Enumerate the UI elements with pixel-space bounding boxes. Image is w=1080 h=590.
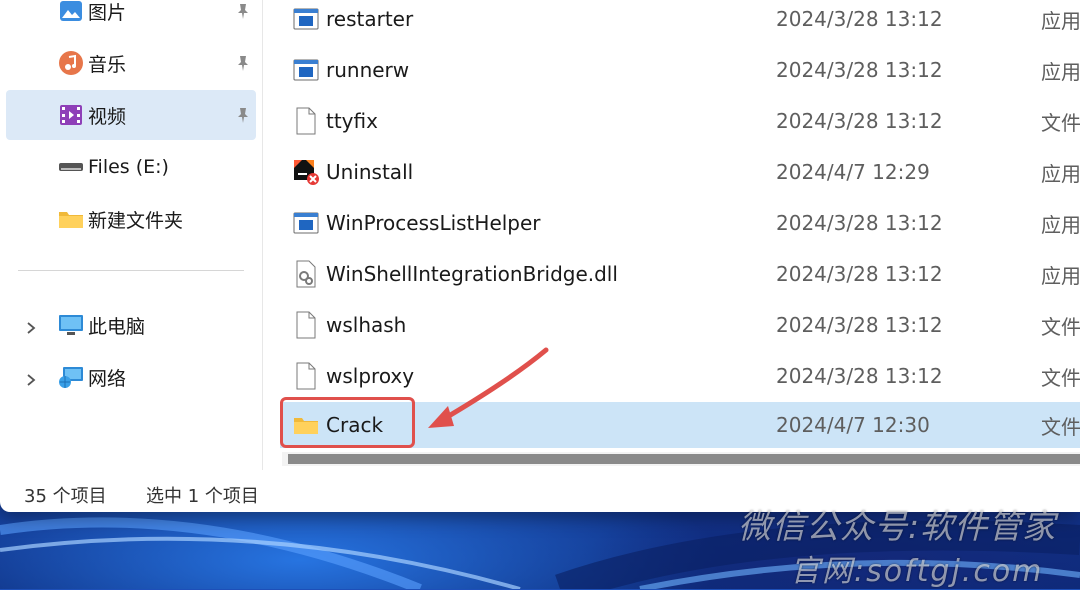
file-type: 应用 <box>1041 8 1080 33</box>
file-row[interactable]: wslhash 2024/3/28 13:12 文件 <box>280 301 1080 349</box>
file-date: 2024/4/7 12:30 <box>776 413 930 437</box>
file-date: 2024/3/28 13:12 <box>776 7 943 31</box>
videos-icon <box>58 102 84 128</box>
file-name: WinProcessListHelper <box>326 211 541 235</box>
file-type: 应用 <box>1041 59 1080 84</box>
file-date: 2024/3/28 13:12 <box>776 58 943 82</box>
app-icon <box>292 56 320 84</box>
file-name: restarter <box>326 7 414 31</box>
file-name: WinShellIntegrationBridge.dll <box>326 262 618 286</box>
nav-label: 网络 <box>88 367 127 390</box>
file-row[interactable]: runnerw 2024/3/28 13:12 应用 <box>280 46 1080 94</box>
annotation-highlight-box <box>280 397 415 448</box>
file-row[interactable]: ttyfix 2024/3/28 13:12 文件 <box>280 97 1080 145</box>
file-row[interactable]: WinShellIntegrationBridge.dll 2024/3/28 … <box>280 250 1080 298</box>
nav-item-network[interactable]: 网络 <box>6 352 256 402</box>
file-name: ttyfix <box>326 109 378 133</box>
network-icon <box>58 364 84 390</box>
file-date: 2024/3/28 13:12 <box>776 364 943 388</box>
nav-label: 视频 <box>88 105 127 128</box>
scrollbar-thumb[interactable] <box>288 454 1080 464</box>
file-name: wslhash <box>326 313 407 337</box>
nav-divider <box>18 270 244 271</box>
item-count: 35 个项目 <box>24 486 107 507</box>
annotation-arrow-icon <box>428 347 549 428</box>
nav-label: 新建文件夹 <box>88 209 184 232</box>
file-name: Uninstall <box>326 160 414 184</box>
watermark-line2: 官网:softgj.com <box>790 554 1044 589</box>
chevron-right-icon[interactable] <box>24 318 38 334</box>
dll-icon <box>292 260 320 288</box>
file-name: runnerw <box>326 58 410 82</box>
file-date: 2024/4/7 12:29 <box>776 160 930 184</box>
file-row[interactable]: wslproxy 2024/3/28 13:12 文件 <box>280 352 1080 400</box>
pin-icon[interactable] <box>234 106 252 124</box>
file-date: 2024/3/28 13:12 <box>776 109 943 133</box>
nav-label: 图片 <box>88 1 127 24</box>
pictures-icon <box>58 0 84 24</box>
file-name: wslproxy <box>326 364 415 388</box>
this-pc-icon <box>58 312 84 338</box>
nav-item-music[interactable]: 音乐 <box>6 38 256 88</box>
file-icon <box>292 107 320 135</box>
file-type: 文件 <box>1041 365 1080 390</box>
file-type: 应用 <box>1041 161 1080 186</box>
pin-icon[interactable] <box>234 2 252 20</box>
file-row[interactable]: WinProcessListHelper 2024/3/28 13:12 应用 <box>280 199 1080 247</box>
file-icon <box>292 362 320 390</box>
horizontal-scrollbar[interactable] <box>282 452 1080 466</box>
music-icon <box>58 50 84 76</box>
nav-item-this-pc[interactable]: 此电脑 <box>6 300 256 350</box>
file-explorer-window: 图片 音乐 视频 Files (E:) 新建文件夹 此电脑 网络 restart… <box>0 0 1080 512</box>
file-row[interactable]: restarter 2024/3/28 13:12 应用 <box>280 0 1080 43</box>
nav-item-pictures[interactable]: 图片 <box>6 0 256 36</box>
nav-item-videos[interactable]: 视频 <box>6 90 256 140</box>
folder-icon <box>58 206 84 232</box>
nav-item-new-folder[interactable]: 新建文件夹 <box>6 194 256 244</box>
file-type: 文件 <box>1041 414 1080 439</box>
file-type: 应用 <box>1041 263 1080 288</box>
nav-label: 此电脑 <box>88 315 146 338</box>
file-date: 2024/3/28 13:12 <box>776 211 943 235</box>
nav-item-files-e[interactable]: Files (E:) <box>6 142 256 192</box>
watermark-line1: 微信公众号:软件管家 <box>738 507 1057 546</box>
drive-icon <box>58 154 84 180</box>
uninstall-icon <box>292 158 320 186</box>
chevron-right-icon[interactable] <box>24 370 38 386</box>
file-row[interactable]: Uninstall 2024/4/7 12:29 应用 <box>280 148 1080 196</box>
selection-count: 选中 1 个项目 <box>146 486 259 507</box>
pin-icon[interactable] <box>234 54 252 72</box>
app-icon <box>292 5 320 33</box>
file-type: 文件 <box>1041 110 1080 135</box>
file-type: 文件 <box>1041 314 1080 339</box>
navigation-pane: 图片 音乐 视频 Files (E:) 新建文件夹 此电脑 网络 <box>0 0 263 470</box>
nav-label: 音乐 <box>88 53 127 76</box>
nav-label: Files (E:) <box>88 156 169 178</box>
file-icon <box>292 311 320 339</box>
file-date: 2024/3/28 13:12 <box>776 313 943 337</box>
file-date: 2024/3/28 13:12 <box>776 262 943 286</box>
file-type: 应用 <box>1041 212 1080 237</box>
app-icon <box>292 209 320 237</box>
